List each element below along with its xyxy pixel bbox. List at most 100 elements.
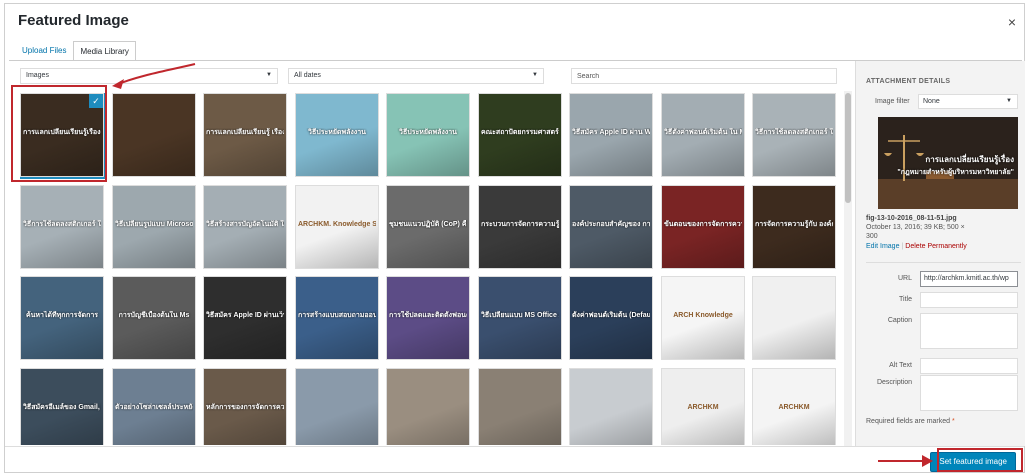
media-thumbnail[interactable]: วิธีเปลี่ยนแบบ MS Office ภาษาอังกฤษเป็นภ… — [478, 276, 562, 360]
type-filter-select[interactable]: Images ▼ — [20, 68, 278, 84]
attachment-date-info: October 13, 2016; 39 KB; 500 × — [866, 224, 965, 231]
thumbnail-caption: ARCHKM. Knowledge Sharing — [298, 221, 376, 228]
media-thumbnail[interactable]: วิธีสมัคร Apple ID ผ่านเว็บไซต์ — [203, 276, 287, 360]
media-thumbnail[interactable]: วิธีประหยัดพลังงาน — [295, 93, 379, 177]
title-label: Title — [899, 296, 912, 303]
grid-scrollbar[interactable] — [844, 91, 852, 446]
modal-title: Featured Image — [18, 12, 129, 29]
dropdown-arrow-icon: ▼ — [1006, 98, 1012, 104]
media-thumbnail[interactable]: ARCH Knowledge — [661, 276, 745, 360]
alt-text-label: Alt Text — [889, 362, 912, 369]
media-thumbnail[interactable] — [752, 276, 836, 360]
media-thumbnail[interactable] — [478, 368, 562, 445]
thumbnail-caption: วิธีประหยัดพลังงาน — [308, 129, 366, 136]
media-thumbnail[interactable]: วิธีสมัครอีเมล์ของ Gmail, Hotmail และ Ya… — [20, 368, 104, 445]
media-thumbnail[interactable]: ARCHKM — [661, 368, 745, 445]
thumbnail-caption: การใช้ปลดและติดตั้งฟอนต์ ระบบปฏิบัติการ … — [389, 312, 467, 319]
attachment-details-heading: ATTACHMENT DETAILS — [866, 78, 951, 85]
required-note-text: Required fields are marked — [866, 418, 951, 425]
url-field[interactable]: http://archkm.kmitl.ac.th/wp — [920, 271, 1018, 287]
dropdown-arrow-icon: ▼ — [266, 72, 272, 78]
thumbnail-caption: การจัดการความรู้กับ องค์กรแห่งการเรียนรู… — [755, 221, 833, 228]
thumbnail-image — [753, 277, 835, 359]
date-filter-select[interactable]: All dates ▼ — [288, 68, 544, 84]
media-thumbnail[interactable] — [386, 368, 470, 445]
media-search-input[interactable] — [571, 68, 837, 84]
media-grid: การแลกเปลี่ยนเรียนรู้เรื่อง กฎหมายสำหรับ… — [20, 93, 840, 445]
media-thumbnail[interactable]: การสร้างแบบสอบถามออนไลน์ ด้วย Google For… — [295, 276, 379, 360]
thumbnail-caption: วิธีเปลี่ยนแบบ MS Office ภาษาอังกฤษเป็นภ… — [481, 312, 559, 319]
media-thumbnail[interactable]: ขั้นตอนของการจัดการความรู้ — [661, 185, 745, 269]
media-thumbnail[interactable]: วิธีการใช้ลดลงสติกเกอร์ ในระบบปฏิบัติการ… — [752, 93, 836, 177]
media-thumbnail[interactable]: กระบวนการจัดการความรู้ — [478, 185, 562, 269]
thumbnail-caption: วิธีสมัคร Apple ID ผ่านเว็บไซต์ — [206, 312, 284, 319]
media-thumbnail[interactable] — [569, 368, 653, 445]
thumbnail-caption: ตัวอย่างโซล่าเซลล์ประหยัดพลังงาน — [115, 404, 193, 411]
media-thumbnail[interactable]: ค้นหาได้ที่ทุกการจัดการ — [20, 276, 104, 360]
required-fields-note: Required fields are marked * — [866, 418, 955, 425]
modal-footer: Set featured image — [5, 446, 1024, 472]
thumbnail-caption: วิธีเปลี่ยนรูปแบบ Microsoft Office จากภา… — [115, 221, 193, 228]
media-thumbnail[interactable]: ARCHKM — [752, 368, 836, 445]
attachment-actions: Edit Image | Delete Permanently — [866, 242, 967, 251]
media-thumbnail[interactable] — [112, 93, 196, 177]
media-thumbnail[interactable]: วิธีประหยัดพลังงาน — [386, 93, 470, 177]
modal-tabs: Upload Files Media Library — [15, 40, 136, 61]
media-thumbnail[interactable]: ชุมชนแนวปฏิบัติ (CoP) คืออะไร — [386, 185, 470, 269]
media-thumbnail[interactable]: ตั้งค่าฟอนต์เริ่มต้น (Default) ใน Micros… — [569, 276, 653, 360]
thumbnail-caption: ค้นหาได้ที่ทุกการจัดการ — [25, 312, 99, 319]
media-thumbnail[interactable]: วิธีการใช้ลดลงสติกเกอร์ ในระบบปฏิบัติการ… — [20, 185, 104, 269]
thumbnail-caption: ARCHKM — [778, 404, 810, 411]
thumbnail-caption: การสร้างแบบสอบถามออนไลน์ ด้วย Google For… — [298, 312, 376, 319]
thumbnail-caption: วิธีประหยัดพลังงาน — [399, 129, 457, 136]
attachment-preview-image: การแลกเปลี่ยนเรียนรู้เรื่อง "กฎหมายสำหรั… — [878, 117, 1018, 209]
media-thumbnail[interactable]: วิธีตั้งค่าฟอนต์เริ่มต้น ใน Microsoft Wo… — [661, 93, 745, 177]
thumbnail-caption: วิธีสมัคร Apple ID ผ่าน Website Apple — [572, 129, 650, 136]
thumbnail-caption: คณะสถาปัตยกรรมศาสตร์ FACULTY OF ARCHITEC… — [481, 129, 559, 136]
media-thumbnail[interactable]: การใช้ปลดและติดตั้งฟอนต์ ระบบปฏิบัติการ … — [386, 276, 470, 360]
media-thumbnail[interactable]: การแลกเปลี่ยนเรียนรู้ เรื่อง กฎหมายสำหรั… — [203, 93, 287, 177]
media-thumbnail[interactable]: องค์ประกอบสำคัญของ การจัดการความรู้ — [569, 185, 653, 269]
description-field[interactable] — [920, 375, 1018, 411]
delete-permanently-link[interactable]: Delete Permanently — [905, 243, 966, 250]
alt-text-field[interactable] — [920, 358, 1018, 374]
media-thumbnail[interactable]: การจัดการความรู้กับ องค์กรแห่งการเรียนรู… — [752, 185, 836, 269]
thumbnail-caption: วิธีการใช้ลดลงสติกเกอร์ ในระบบปฏิบัติการ… — [23, 221, 101, 228]
annotation-highlight-box — [11, 85, 107, 182]
caption-label: Caption — [887, 317, 912, 324]
preview-caption-line-2: "กฎหมายสำหรับผู้บริหารมหาวิทยาลัย" — [897, 169, 1014, 176]
title-field[interactable] — [920, 292, 1018, 308]
dropdown-arrow-icon: ▼ — [532, 72, 538, 78]
media-thumbnail[interactable]: วิธีสร้างสารบัญอัตโนมัติ ใน Microsoft Wo… — [203, 185, 287, 269]
url-label: URL — [897, 275, 912, 282]
media-thumbnail[interactable]: การบัญชีเบื้องต้นใน Ms — [112, 276, 196, 360]
grid-scrollbar-thumb[interactable] — [845, 93, 851, 203]
caption-field[interactable] — [920, 313, 1018, 349]
close-icon[interactable]: × — [1008, 15, 1016, 29]
thumbnail-caption: ARCHKM — [687, 404, 719, 411]
media-thumbnail[interactable]: ตัวอย่างโซล่าเซลล์ประหยัดพลังงาน — [112, 368, 196, 445]
type-filter-value: Images — [26, 72, 49, 79]
annotation-button-highlight — [937, 448, 1023, 472]
attachment-height-info: 300 — [866, 233, 878, 240]
thumbnail-caption: การบัญชีเบื้องต้นใน Ms — [118, 312, 190, 319]
edit-image-link[interactable]: Edit Image — [866, 243, 899, 250]
image-filter-select[interactable]: None ▼ — [918, 94, 1018, 109]
featured-image-modal: Featured Image × Upload Files Media Libr… — [4, 3, 1025, 473]
media-thumbnail[interactable]: วิธีเปลี่ยนรูปแบบ Microsoft Office จากภา… — [112, 185, 196, 269]
media-thumbnail[interactable]: วิธีสมัคร Apple ID ผ่าน Website Apple — [569, 93, 653, 177]
media-thumbnail[interactable]: หลักการของการจัดการความรู้ — [203, 368, 287, 445]
thumbnail-caption: ตั้งค่าฟอนต์เริ่มต้น (Default) ใน Micros… — [572, 312, 650, 319]
thumbnail-caption: ชุมชนแนวปฏิบัติ (CoP) คืออะไร — [389, 221, 467, 228]
attachment-details-panel: ATTACHMENT DETAILS Image filter None ▼ ก… — [855, 61, 1025, 446]
thumbnail-caption: องค์ประกอบสำคัญของ การจัดการความรู้ — [572, 221, 650, 228]
tab-media-library[interactable]: Media Library — [73, 41, 136, 61]
media-thumbnail[interactable]: คณะสถาปัตยกรรมศาสตร์ FACULTY OF ARCHITEC… — [478, 93, 562, 177]
thumbnail-caption: การแลกเปลี่ยนเรียนรู้ เรื่อง กฎหมายสำหรั… — [206, 129, 284, 136]
thumbnail-caption: หลักการของการจัดการความรู้ — [206, 404, 284, 411]
media-thumbnail[interactable] — [295, 368, 379, 445]
tab-upload-files[interactable]: Upload Files — [15, 40, 73, 60]
required-star: * — [952, 418, 955, 425]
thumbnail-caption: วิธีสร้างสารบัญอัตโนมัติ ใน Microsoft Wo… — [206, 221, 284, 228]
media-thumbnail[interactable]: ARCHKM. Knowledge Sharing — [295, 185, 379, 269]
